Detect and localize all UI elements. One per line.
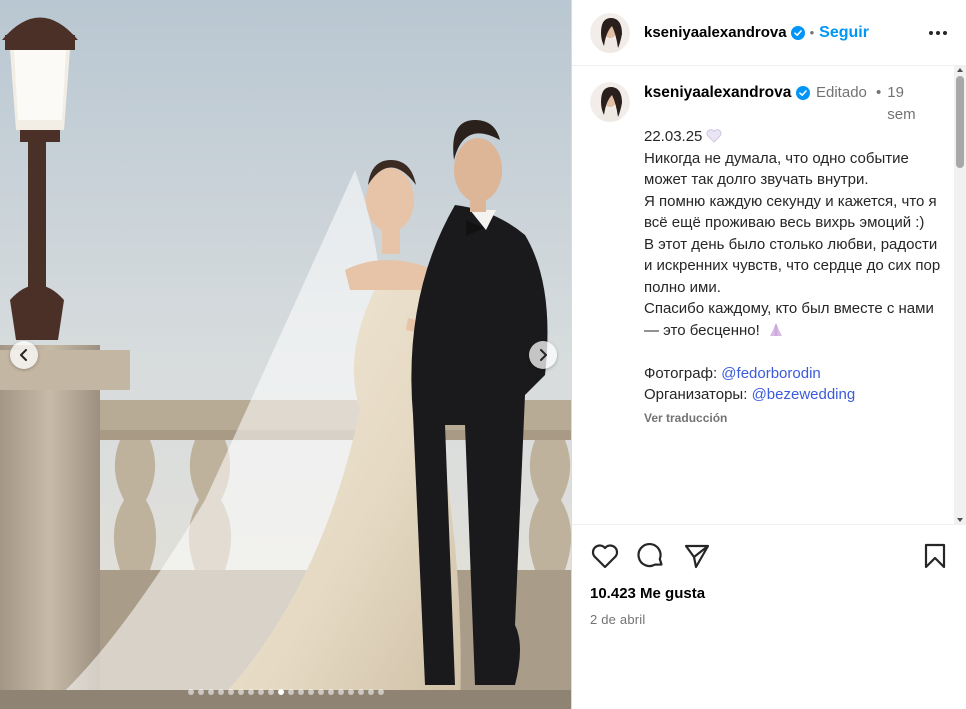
scroll-down-arrow-icon[interactable] — [956, 516, 964, 524]
organizers-mention-link[interactable]: @bezewedding — [752, 386, 856, 403]
carousel-dot[interactable] — [197, 689, 204, 695]
follow-button[interactable]: Seguir — [819, 24, 869, 42]
avatar[interactable] — [590, 12, 630, 53]
carousel-dot[interactable] — [317, 689, 324, 695]
carousel-dot[interactable] — [207, 689, 214, 695]
caption-paragraph: Спасибо каждому, кто был вместе с нами —… — [644, 300, 934, 339]
carousel-indicator — [0, 689, 571, 695]
carousel-dot[interactable] — [227, 689, 234, 695]
caption-paragraph: В этот день было столько любви, радости … — [644, 235, 941, 296]
instagram-post: kseniyaalexandrova • Seguir kseniyaalexa… — [0, 0, 966, 709]
wedding-photo — [0, 0, 571, 709]
verified-icon — [790, 25, 805, 40]
praying-hands-emoji-icon — [769, 322, 782, 336]
caption-time[interactable]: 19 sem — [887, 82, 927, 126]
edited-label: Editado — [816, 84, 867, 101]
caption-username[interactable]: kseniyaalexandrova — [644, 82, 792, 104]
like-button[interactable] — [590, 541, 620, 571]
caption: kseniyaalexandrova Editado • 19 sem 22.0… — [590, 82, 966, 429]
chevron-right-icon — [540, 349, 547, 361]
organizers-label: Организаторы: — [644, 386, 748, 403]
comment-button[interactable] — [636, 541, 666, 571]
photographer-mention-link[interactable]: @fedorborodin — [721, 365, 820, 382]
verified-icon — [796, 86, 810, 100]
carousel-dot[interactable] — [257, 689, 264, 695]
caption-body: kseniyaalexandrova Editado • 19 sem 22.0… — [644, 82, 944, 429]
bookmark-icon — [924, 543, 946, 569]
comments-scrollbar[interactable] — [954, 66, 966, 524]
carousel-dot[interactable] — [187, 689, 194, 695]
post-header: kseniyaalexandrova • Seguir — [572, 0, 966, 66]
carousel-dot[interactable] — [287, 689, 294, 695]
likes-count[interactable]: 10.423 Me gusta — [590, 585, 950, 602]
comment-icon — [637, 542, 663, 568]
caption-paragraph: Никогда не думала, что одно событие може… — [644, 149, 909, 189]
carousel-dot[interactable] — [247, 689, 254, 695]
post-sidebar: kseniyaalexandrova • Seguir kseniyaalexa… — [571, 0, 966, 709]
share-button[interactable] — [682, 541, 712, 571]
photographer-label: Фотограф: — [644, 364, 718, 382]
comments-section[interactable]: kseniyaalexandrova Editado • 19 sem 22.0… — [572, 66, 966, 524]
carousel-dot[interactable] — [217, 689, 224, 695]
more-options-button[interactable] — [926, 21, 950, 45]
carousel-dot[interactable] — [367, 689, 374, 695]
carousel-dot[interactable] — [307, 689, 314, 695]
next-photo-button[interactable] — [529, 341, 557, 369]
caption-avatar[interactable] — [590, 82, 630, 122]
scrollbar-thumb[interactable] — [956, 76, 964, 168]
carousel-dot[interactable] — [347, 689, 354, 695]
white-heart-emoji-icon — [706, 129, 722, 143]
share-icon — [684, 544, 710, 569]
save-button[interactable] — [920, 541, 950, 571]
carousel-dot[interactable] — [357, 689, 364, 695]
carousel-dot[interactable] — [267, 689, 274, 695]
carousel-dot[interactable] — [237, 689, 244, 695]
carousel-dot[interactable] — [337, 689, 344, 695]
caption-paragraph: Я помню каждую секунду и кажется, что я … — [644, 192, 937, 232]
previous-photo-button[interactable] — [10, 341, 38, 369]
carousel-dot[interactable] — [277, 689, 284, 695]
caption-date: 22.03.25 — [644, 128, 703, 145]
carousel-dot[interactable] — [327, 689, 334, 695]
heart-icon — [591, 544, 619, 569]
post-author-username[interactable]: kseniyaalexandrova — [644, 24, 787, 41]
more-icon — [929, 30, 947, 35]
separator-dot: • — [876, 84, 882, 101]
scroll-up-arrow-icon[interactable] — [956, 66, 964, 74]
post-photo-carousel[interactable] — [0, 0, 571, 709]
chevron-left-icon — [20, 349, 27, 361]
post-actions: 10.423 Me gusta 2 de abril — [572, 524, 966, 627]
carousel-dot[interactable] — [377, 689, 384, 695]
caption-text: 22.03.25 Никогда не думала, что одно соб… — [644, 126, 944, 406]
post-date[interactable]: 2 de abril — [590, 612, 950, 627]
separator-dot: • — [809, 25, 815, 40]
see-translation-button[interactable]: Ver traducción — [644, 408, 944, 430]
carousel-dot[interactable] — [297, 689, 304, 695]
